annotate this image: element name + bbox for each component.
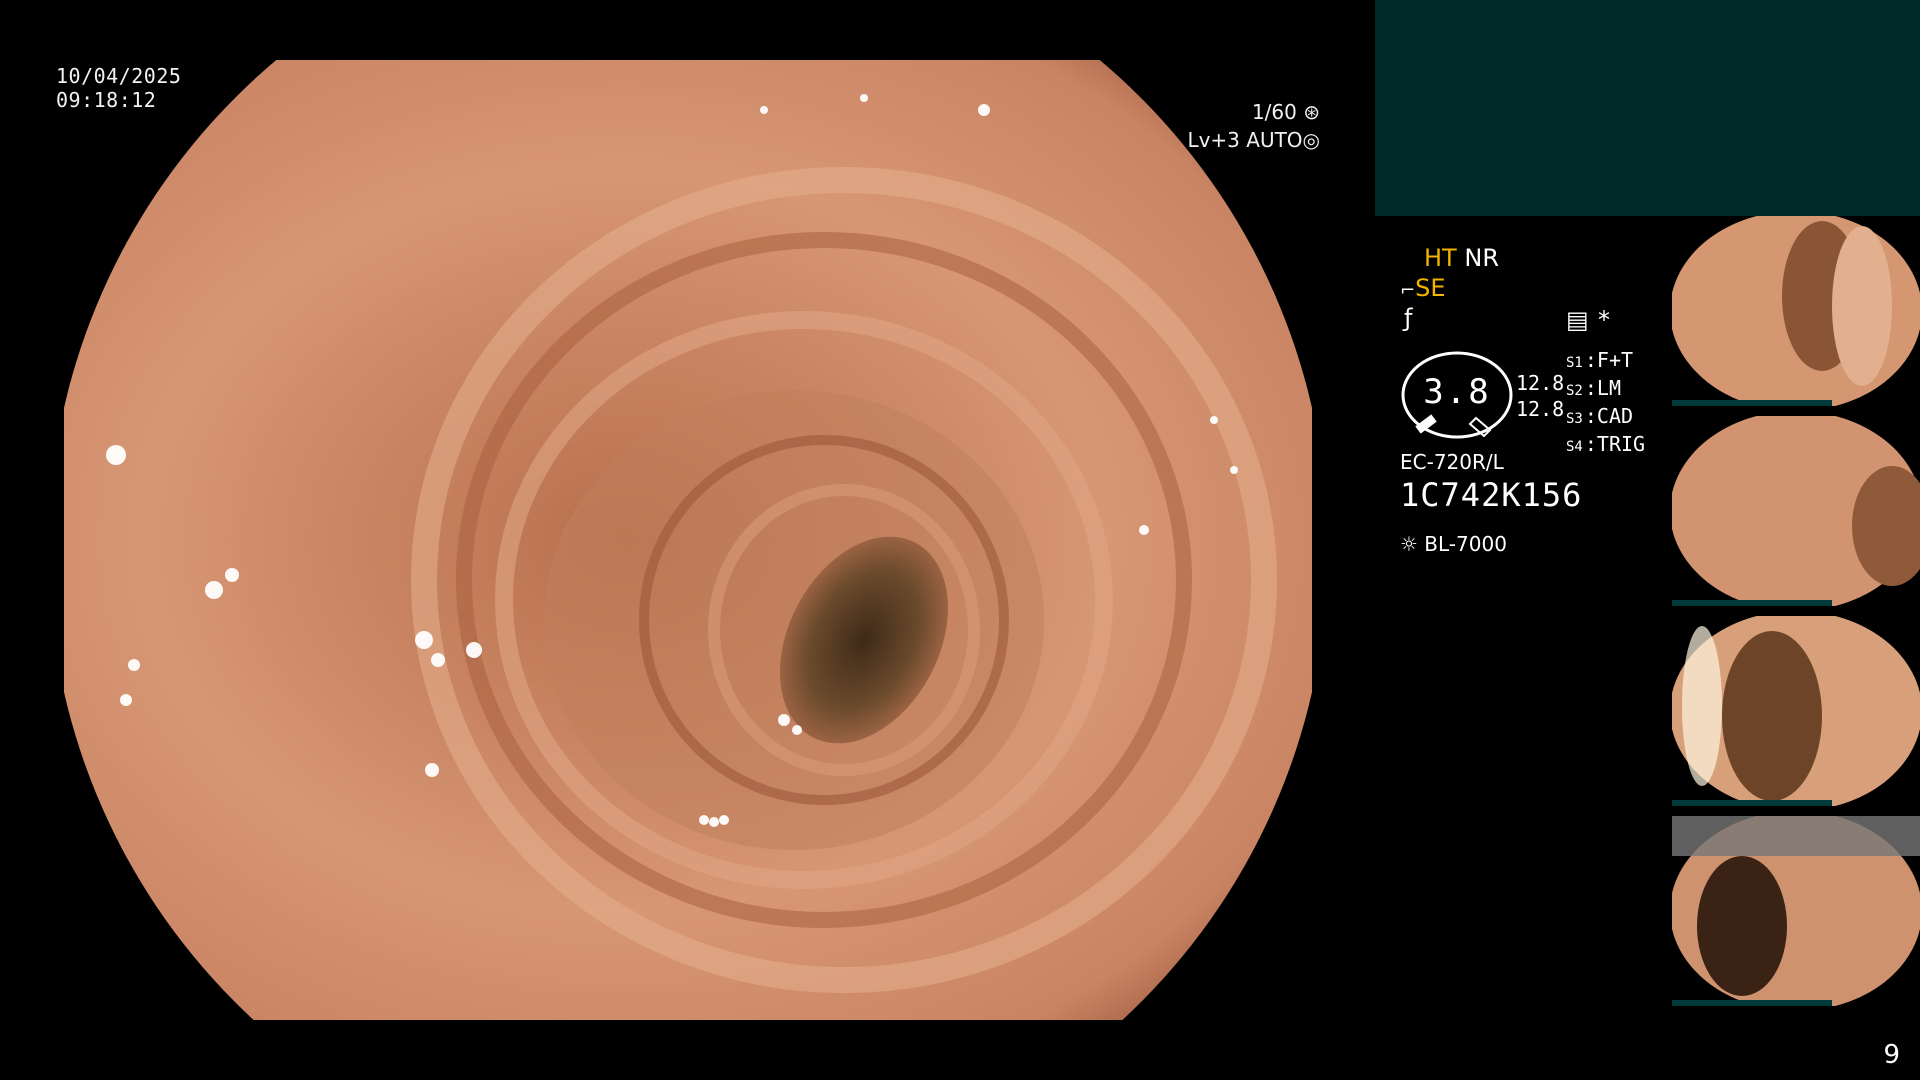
- value-column: 12.8 12.8: [1516, 370, 1564, 422]
- nr-label: NR: [1464, 244, 1499, 272]
- thumbnail-3[interactable]: [1672, 616, 1920, 806]
- iris-icon: ◎: [1302, 128, 1320, 152]
- time-label: 09:18:12: [56, 88, 157, 112]
- page-number: 9: [1883, 1040, 1900, 1070]
- thumbnail-2-image: [1672, 416, 1920, 606]
- s-item-1: S1:F+T: [1566, 348, 1634, 372]
- iris-mode: AUTO: [1246, 128, 1303, 152]
- freeze-icon: ▤: [1566, 306, 1589, 334]
- light-source-icon: ☼: [1400, 532, 1418, 556]
- asterisk-mark: *: [1598, 306, 1610, 334]
- thumbnail-1[interactable]: [1672, 216, 1920, 406]
- color-mode-icon: ƒ: [1404, 304, 1413, 332]
- scope-serial: 1C742K156: [1400, 476, 1583, 514]
- s-item-3: S3:CAD: [1566, 404, 1634, 428]
- s-function-list: S1:F+T S2:LM S3:CAD S4:TRIG: [1566, 348, 1645, 460]
- date-label: 10/04/2025: [56, 64, 182, 88]
- thumbnail-2-bar: [1672, 600, 1832, 606]
- scope-model: EC-720R/L: [1400, 450, 1504, 474]
- thumbnail-4[interactable]: [1672, 816, 1920, 1006]
- light-source-row: ☼ BL-7000: [1400, 532, 1507, 556]
- value-2: 12.8: [1516, 397, 1565, 421]
- endoscope-image: [64, 60, 1312, 1020]
- status-panel: [1375, 0, 1920, 216]
- se-label: SE: [1415, 274, 1446, 302]
- brightness-level: Lv+3: [1187, 128, 1240, 152]
- thumbnail-3-bar: [1672, 800, 1832, 806]
- thumbnail-1-bar: [1672, 400, 1832, 406]
- shutter-icon: ⊛: [1303, 100, 1320, 124]
- gauge-value: 3.8: [1423, 372, 1491, 412]
- s-item-4: S4:TRIG: [1566, 432, 1646, 456]
- thumbnail-4-bar: [1672, 1000, 1832, 1006]
- ht-nr-row: HT NR: [1424, 244, 1499, 272]
- date-time: 10/04/2025 09:18:12: [56, 64, 181, 112]
- shutter-speed: 1/60: [1251, 100, 1297, 124]
- thumbnail-2[interactable]: [1672, 416, 1920, 606]
- thumbnail-1-image: [1672, 216, 1920, 406]
- thumbnail-3-image: [1672, 616, 1920, 806]
- se-row: ⌐SE: [1400, 274, 1446, 302]
- thumbnail-4-image: [1672, 816, 1920, 1006]
- s-item-2: S2:LM: [1566, 376, 1621, 400]
- value-1: 12.8: [1516, 371, 1565, 395]
- ht-label: HT: [1424, 244, 1457, 272]
- structure-enhance-icon: ⌐: [1400, 280, 1416, 301]
- light-source-label: BL-7000: [1424, 532, 1507, 556]
- endoscope-view: [64, 60, 1312, 1020]
- exposure-info: 1/60 ⊛ Lv+3 AUTO◎: [1160, 98, 1320, 154]
